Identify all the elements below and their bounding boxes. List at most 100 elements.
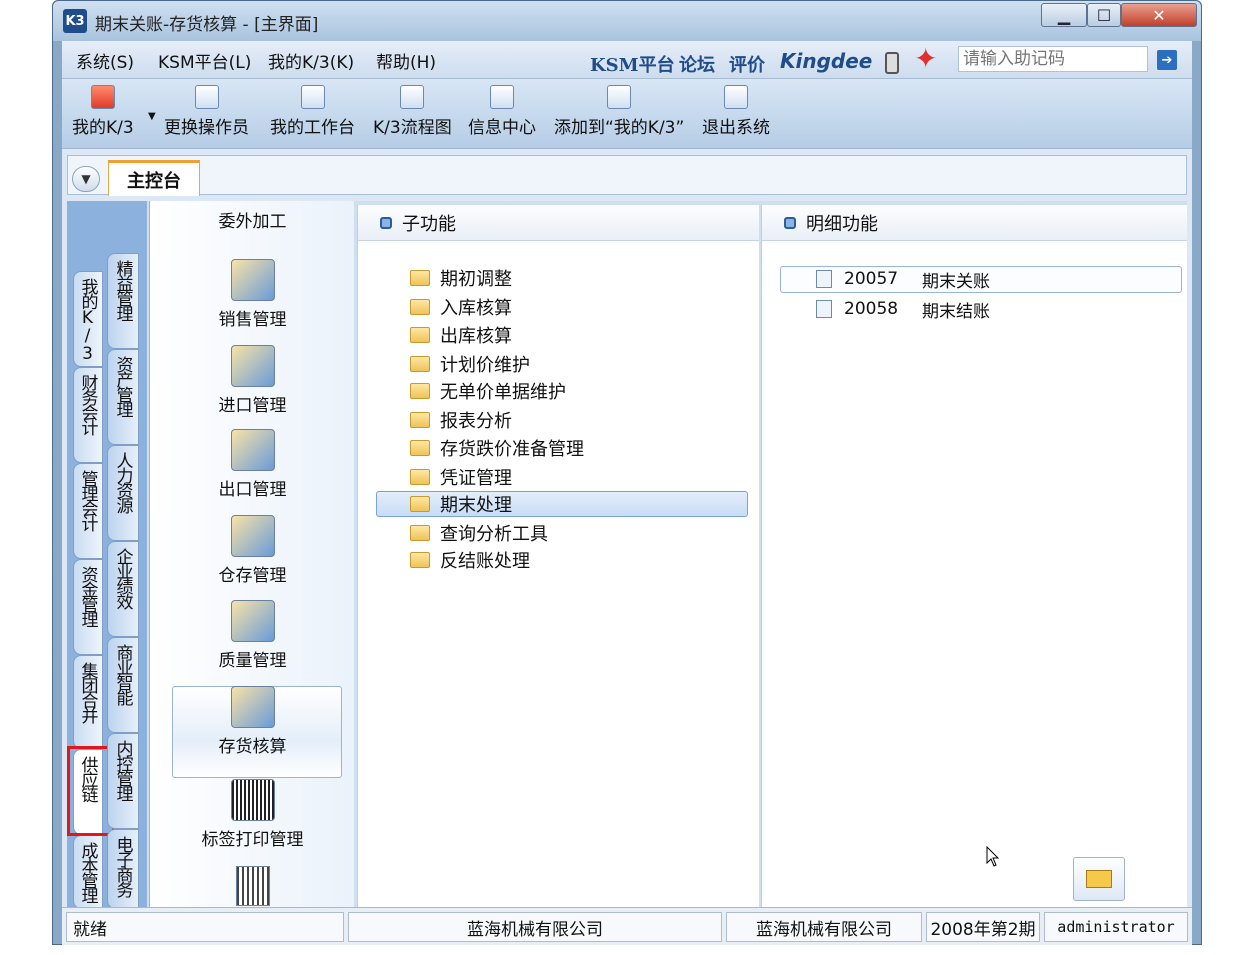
- menu-my-k3[interactable]: 我的K/3(K): [268, 48, 354, 73]
- vtab-management-accounting[interactable]: 管理会计: [73, 463, 103, 559]
- module-warehouse[interactable]: 仓存管理: [150, 515, 355, 586]
- bullet-icon: [784, 216, 796, 229]
- folder-item[interactable]: 查询分析工具: [410, 521, 548, 545]
- folder-icon: [410, 469, 430, 485]
- vtab-e-commerce[interactable]: 电子商务: [107, 829, 139, 909]
- vtab-my-k3[interactable]: 我的K/3: [73, 271, 103, 367]
- vtab-asset-management[interactable]: 资产管理: [107, 349, 139, 445]
- link-ksm[interactable]: KSM平台: [590, 51, 675, 77]
- kingdee-logo[interactable]: Kingdee: [780, 49, 872, 73]
- pen-icon: [300, 85, 325, 109]
- bullet-icon: [380, 216, 392, 229]
- folder-icon: [410, 327, 430, 343]
- status-bar: 就绪 蓝海机械有限公司 蓝海机械有限公司 2008年第2期 administra…: [62, 907, 1192, 945]
- import-box-icon: [230, 345, 275, 387]
- collapse-button[interactable]: ▼: [72, 166, 100, 192]
- detail-item[interactable]: 20058 期末结账: [782, 296, 1182, 322]
- title-bar[interactable]: K3 期末关账-存货核算 - [主界面] ▁ ☐ ✕: [53, 1, 1201, 41]
- envelope: [1086, 870, 1112, 888]
- folder-item-selected[interactable]: 期末处理: [410, 492, 512, 516]
- detail-item[interactable]: 20057 期末关账: [782, 266, 1182, 292]
- vtab-group-consolidation[interactable]: 集团合并: [73, 655, 103, 749]
- tool-exit-system[interactable]: 退出系统: [702, 83, 770, 138]
- status-account-set: 蓝海机械有限公司: [726, 912, 922, 942]
- chevron-down-icon[interactable]: ▼: [148, 111, 156, 122]
- maximize-button[interactable]: ☐: [1087, 3, 1121, 27]
- tool-add-to-my-k3[interactable]: 添加到“我的K/3”: [554, 83, 684, 138]
- document-icon: [816, 300, 832, 318]
- status-user: administrator: [1044, 912, 1188, 942]
- category-tabs: 我的K/3 财务会计 管理会计 资金管理 集团合并 供应链 成本管理 精益管理 …: [67, 201, 147, 909]
- minimize-button[interactable]: ▁: [1041, 3, 1087, 27]
- flowchart-icon: [400, 85, 425, 109]
- go-arrow-icon[interactable]: ➔: [1157, 50, 1177, 70]
- module-import[interactable]: 进口管理: [150, 345, 355, 416]
- module-quality[interactable]: 质量管理: [150, 600, 355, 671]
- folder-icon: [410, 412, 430, 428]
- tool-k3-flowchart[interactable]: K/3流程图: [373, 83, 452, 138]
- status-company: 蓝海机械有限公司: [348, 912, 722, 942]
- menu-help[interactable]: 帮助(H): [376, 48, 436, 73]
- folder-item[interactable]: 计划价维护: [410, 352, 530, 376]
- workspace: 我的K/3 财务会计 管理会计 资金管理 集团合并 供应链 成本管理 精益管理 …: [67, 201, 1187, 909]
- close-button[interactable]: ✕: [1121, 3, 1197, 27]
- mouse-cursor: [986, 846, 1000, 867]
- mail-icon[interactable]: [1073, 857, 1125, 901]
- link-forum[interactable]: 论坛: [679, 51, 715, 77]
- detail-function-header: 明细功能: [762, 205, 1187, 241]
- inventory-calc-icon: [230, 686, 275, 728]
- vtab-business-intelligence[interactable]: 商业智能: [107, 637, 139, 733]
- vtab-internal-control[interactable]: 内控管理: [107, 733, 139, 829]
- phone-icon[interactable]: [885, 52, 899, 74]
- folder-item[interactable]: 反结账处理: [410, 548, 530, 572]
- ruler-icon: [236, 866, 270, 906]
- scale-icon: [230, 600, 275, 642]
- folder-icon: [410, 356, 430, 372]
- folder-item[interactable]: 出库核算: [410, 323, 512, 347]
- toolbar: 我的K/3 ▼ 更换操作员 我的工作台 K/3流程图 信息中心 添加到“我的K/…: [62, 79, 1192, 149]
- star-icon: ✦: [914, 42, 938, 75]
- module-inventory-accounting[interactable]: 存货核算: [150, 686, 355, 757]
- chat-icon: [490, 85, 514, 109]
- add-edit-icon: [607, 85, 632, 109]
- folder-item[interactable]: 期初调整: [410, 266, 512, 290]
- folder-icon: [410, 440, 430, 456]
- barcode-icon: [230, 779, 275, 821]
- memo-code-input[interactable]: [958, 46, 1148, 72]
- folder-open-icon: [410, 496, 430, 512]
- folder-item[interactable]: 凭证管理: [410, 465, 512, 489]
- folder-item[interactable]: 报表分析: [410, 408, 512, 432]
- vtab-fund-management[interactable]: 资金管理: [73, 559, 103, 655]
- exit-icon: [724, 85, 748, 109]
- tool-change-operator[interactable]: 更换操作员: [164, 83, 249, 138]
- document-icon: [816, 270, 832, 288]
- folder-icon: [410, 552, 430, 568]
- folder-item[interactable]: 入库核算: [410, 295, 512, 319]
- link-review[interactable]: 评价: [729, 51, 765, 77]
- export-calc-icon: [230, 429, 275, 471]
- tool-info-center[interactable]: 信息中心: [468, 83, 536, 138]
- vtab-enterprise-performance[interactable]: 企业绩效: [107, 541, 139, 637]
- vtab-financial-accounting[interactable]: 财务会计: [73, 367, 103, 463]
- folder-icon: [410, 299, 430, 315]
- sub-function-header: 子功能: [358, 205, 759, 241]
- folder-item[interactable]: 存货跌价准备管理: [410, 436, 584, 460]
- truck-icon: [230, 259, 275, 301]
- folder-icon: [410, 383, 430, 399]
- menu-system[interactable]: 系统(S): [76, 48, 134, 73]
- module-label-printing[interactable]: 标签打印管理: [150, 779, 355, 850]
- module-export[interactable]: 出口管理: [150, 429, 355, 500]
- tab-bar: ▼ 主控台: [67, 155, 1187, 196]
- tool-my-workbench[interactable]: 我的工作台: [270, 83, 355, 138]
- tool-my-k3[interactable]: 我的K/3: [72, 83, 134, 138]
- menu-ksm[interactable]: KSM平台(L): [158, 48, 251, 73]
- client-area: 系统(S) KSM平台(L) 我的K/3(K) 帮助(H) KSM平台 论坛 评…: [62, 41, 1192, 945]
- vtab-human-resources[interactable]: 人力资源: [107, 445, 139, 541]
- module-sales[interactable]: 销售管理: [150, 259, 355, 330]
- module-outsourcing[interactable]: 委外加工: [150, 207, 355, 232]
- folder-icon: [410, 525, 430, 541]
- tab-main-console[interactable]: 主控台: [108, 160, 200, 196]
- folder-item[interactable]: 无单价单据维护: [410, 379, 566, 403]
- vtab-cost-management[interactable]: 成本管理: [73, 835, 103, 909]
- vtab-lean-management[interactable]: 精益管理: [107, 253, 139, 349]
